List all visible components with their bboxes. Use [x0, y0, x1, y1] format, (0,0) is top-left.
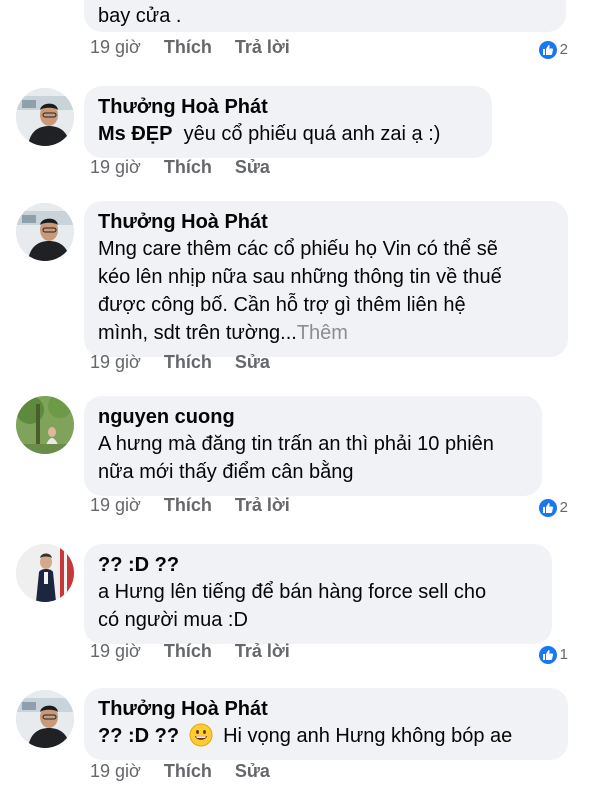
comment-bubble: Thưởng Hoà Phát Mng care thêm các cổ phi… [84, 201, 568, 357]
edit-button[interactable]: Sửa [235, 761, 270, 781]
comment-actions: 19 giờ Thích Trả lời [90, 639, 308, 663]
comment-time[interactable]: 19 giờ [90, 37, 141, 57]
thumbs-up-icon [538, 41, 557, 59]
comment-author[interactable]: Thưởng Hoà Phát [98, 209, 554, 235]
comment-bubble: Thưởng Hoà Phát ?? :D ?? Hi vọng anh Hưng… [84, 688, 568, 760]
comment-text-line: A hưng mà đăng tin trấn an thì phải 10 p… [98, 433, 494, 455]
comment-time[interactable]: 19 giờ [90, 641, 141, 661]
comment-text: ?? :D ?? Hi vọng anh Hưng không bóp ae [98, 722, 554, 750]
comment-time[interactable]: 19 giờ [90, 495, 141, 515]
comment-bubble: nguyen cuong A hưng mà đăng tin trấn an … [84, 396, 542, 496]
like-button[interactable]: Thích [164, 641, 212, 661]
like-button[interactable]: Thích [164, 352, 212, 372]
mention-tag[interactable]: ?? :D ?? [98, 725, 179, 747]
grinning-face-icon [189, 723, 213, 747]
avatar[interactable] [16, 544, 74, 602]
avatar[interactable] [16, 203, 74, 261]
comment-time[interactable]: 19 giờ [90, 761, 141, 781]
like-button[interactable]: Thích [164, 37, 212, 57]
comment-text-line: có người mua :D [98, 609, 248, 631]
comment-actions: 19 giờ Thích Trả lời [90, 493, 308, 517]
like-button[interactable]: Thích [164, 495, 212, 515]
comment-text-line: kéo lên nhịp nữa sau những thông tin về … [98, 266, 502, 288]
edit-button[interactable]: Sửa [235, 352, 270, 372]
thumbs-up-icon [538, 499, 557, 517]
avatar[interactable] [16, 396, 74, 454]
reaction-number: 1 [559, 646, 568, 663]
comment-text-line: mình, sdt trên tường...Thêm [98, 319, 554, 347]
comment-actions: 19 giờ Thích Sửa [90, 155, 288, 179]
comment-time[interactable]: 19 giờ [90, 352, 141, 372]
thumbs-up-icon [538, 646, 557, 664]
comment-text: bay cửa . [98, 5, 182, 27]
comment-bubble: ?? :D ?? a Hưng lên tiếng để bán hàng fo… [84, 544, 552, 644]
comment-text-line: Mng care thêm các cổ phiếu họ Vin có thể… [98, 238, 498, 260]
comment-text-line: được công bố. Cần hỗ trợ gì thêm liên hệ [98, 294, 466, 316]
edit-button[interactable]: Sửa [235, 157, 270, 177]
reaction-number: 2 [559, 499, 568, 516]
comment-body: mình, sdt trên tường... [98, 322, 297, 344]
comment-author[interactable]: nguyen cuong [98, 404, 528, 430]
comment-body: Hi vọng anh Hưng không bóp ae [223, 725, 513, 747]
reaction-count[interactable]: 1 [538, 645, 568, 665]
comment-body: yêu cổ phiếu quá anh zai ạ :) [183, 123, 441, 145]
comment-author[interactable]: Thưởng Hoà Phát [98, 696, 554, 722]
reaction-count[interactable]: 2 [538, 40, 568, 60]
reply-button[interactable]: Trả lời [235, 641, 290, 661]
comment-bubble: Thưởng Hoà Phát Ms ĐẸP yêu cổ phiếu quá … [84, 86, 492, 158]
comment-author[interactable]: Thưởng Hoà Phát [98, 94, 478, 120]
like-button[interactable]: Thích [164, 761, 212, 781]
comment-text-line: a Hưng lên tiếng để bán hàng force sell … [98, 581, 487, 603]
comment-actions: 19 giờ Thích Sửa [90, 759, 288, 783]
reply-button[interactable]: Trả lời [235, 37, 290, 57]
reply-button[interactable]: Trả lời [235, 495, 290, 515]
avatar[interactable] [16, 88, 74, 146]
comment-text-line: nữa mới thấy điểm cân bằng [98, 461, 354, 483]
reaction-number: 2 [559, 41, 568, 58]
comment-bubble: bay cửa . [84, 0, 566, 32]
mention-tag[interactable]: Ms ĐẸP [98, 123, 172, 145]
comment-time[interactable]: 19 giờ [90, 157, 141, 177]
avatar[interactable] [16, 690, 74, 748]
comment-actions: 19 giờ Thích Sửa [90, 350, 288, 374]
comment-text: Ms ĐẸP yêu cổ phiếu quá anh zai ạ :) [98, 120, 478, 148]
like-button[interactable]: Thích [164, 157, 212, 177]
comment-author[interactable]: ?? :D ?? [98, 552, 538, 578]
see-more-link[interactable]: Thêm [297, 322, 348, 344]
reaction-count[interactable]: 2 [538, 498, 568, 518]
comment-actions: 19 giờ Thích Trả lời [90, 35, 308, 59]
